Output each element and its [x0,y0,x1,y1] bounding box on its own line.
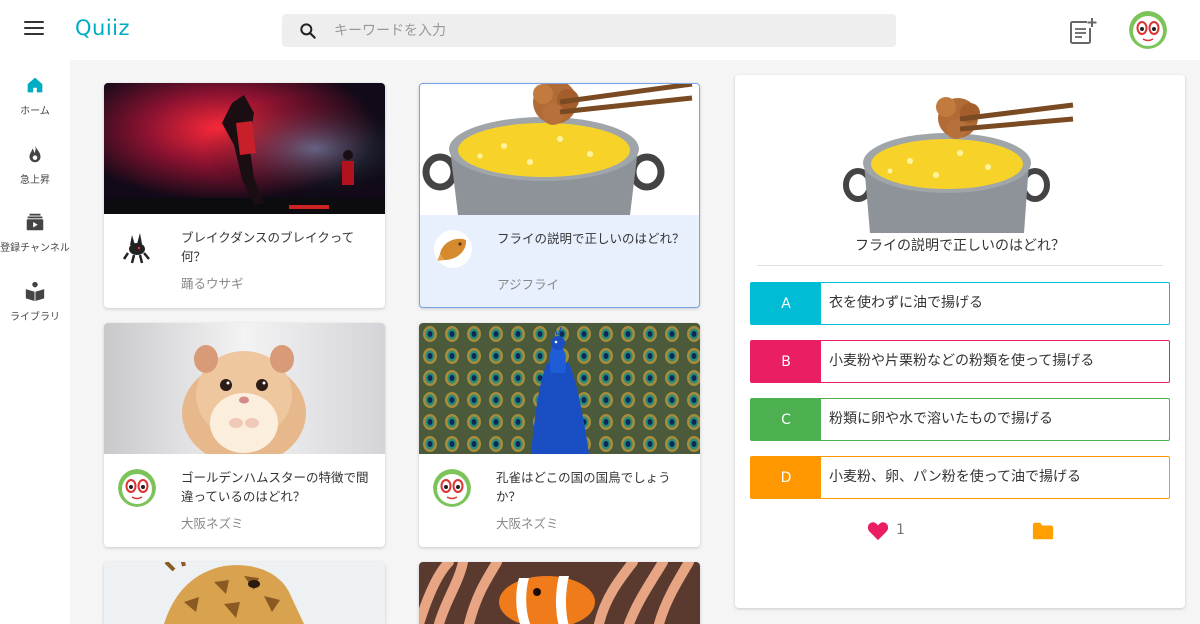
heart-icon[interactable] [867,521,889,541]
hamster-image [104,323,385,454]
sidebar: ホーム 急上昇 登録チャンネル ライブラリ [0,60,70,624]
top-bar: Quiiz [0,0,1200,60]
menu-icon[interactable] [24,21,44,39]
quiz-card[interactable] [419,562,700,624]
card-thumbnail [420,84,699,215]
app-logo[interactable]: Quiiz [75,16,130,40]
like-count: 1 [896,522,905,538]
card-author[interactable]: 大阪ネズミ [496,513,559,532]
user-avatar[interactable] [1129,11,1167,49]
option-text: 粉類に卵や水で溶いたもので揚げる [829,411,1053,427]
quiz-question: フライの説明で正しいのはどれ？ [855,238,1065,254]
sidebar-item-trending[interactable]: 急上昇 [0,143,70,203]
card-author[interactable]: 大阪ネズミ [181,513,244,532]
quiz-card[interactable]: ゴールデンハムスターの特徴で間違っているのはどれ？ 大阪ネズミ [104,323,385,547]
sidebar-item-label: ライブラリ [10,312,60,323]
search-input[interactable] [334,14,874,47]
breakdance-image [104,83,385,214]
search-icon[interactable] [298,21,318,41]
quiz-card[interactable]: フライの説明で正しいのはどれ？ アジフライ [419,83,700,308]
author-avatar [433,469,471,507]
option-key: C [751,399,821,440]
divider [757,265,1163,266]
author-avatar [118,229,156,267]
card-author[interactable]: アジフライ [497,274,559,293]
card-title: ゴールデンハムスターの特徴で間違っているのはどれ？ [181,470,369,504]
fry-pot-image [422,84,693,215]
author-avatar [118,469,156,507]
sidebar-item-library[interactable]: ライブラリ [0,280,70,340]
option-text: 小麦粉、卵、パン粉を使って油で揚げる [829,469,1081,485]
quiz-card[interactable] [104,562,385,624]
option-d[interactable]: D 小麦粉、卵、パン粉を使って油で揚げる [750,456,1170,499]
card-title: フライの説明で正しいのはどれ？ [497,231,685,246]
home-icon [27,77,43,93]
option-key: B [751,341,821,382]
option-key: A [751,283,821,324]
card-thumbnail [419,323,700,454]
clownfish-image [419,562,700,624]
fry-pot-image [843,97,1074,233]
sidebar-item-label: 急上昇 [20,175,50,186]
option-a[interactable]: A 衣を使わずに油で揚げる [750,282,1170,325]
post-add-icon[interactable] [1068,16,1098,46]
sidebar-item-label: ホーム [20,106,50,117]
quiz-detail-panel: フライの説明で正しいのはどれ？ A 衣を使わずに油で揚げる B 小麦粉や片栗粉な… [735,75,1185,608]
card-thumbnail [104,83,385,214]
quiz-card[interactable]: 孔雀はどこの国の国鳥でしょうか？ 大阪ネズミ [419,323,700,547]
rabbit-icon [118,229,156,267]
library-icon [25,281,45,302]
peacock-image [419,323,700,454]
author-avatar [434,230,472,268]
subscriptions-icon [26,213,44,231]
quiz-card[interactable]: ブレイクダンスのブレイクって何？ 踊るウサギ [104,83,385,308]
mouse-avatar-icon [1129,11,1167,49]
option-text: 衣を使わずに油で揚げる [829,295,983,311]
giraffe-image [104,562,385,624]
card-title: ブレイクダンスのブレイクって何？ [181,230,355,264]
option-c[interactable]: C 粉類に卵や水で溶いたもので揚げる [750,398,1170,441]
search-bar [282,14,896,47]
sidebar-item-label: 登録チャンネル [0,243,70,254]
folder-icon[interactable] [1032,521,1054,541]
card-author[interactable]: 踊るウサギ [181,273,244,292]
card-thumbnail [104,323,385,454]
option-key: D [751,457,821,498]
card-thumbnail [419,562,700,624]
mouse-avatar-icon [118,469,156,507]
option-b[interactable]: B 小麦粉や片栗粉などの粉類を使って揚げる [750,340,1170,383]
sidebar-item-home[interactable]: ホーム [0,74,70,134]
fire-icon [29,144,41,163]
option-text: 小麦粉や片栗粉などの粉類を使って揚げる [829,353,1095,369]
mouse-avatar-icon [433,469,471,507]
card-thumbnail [104,562,385,624]
sidebar-item-subscriptions[interactable]: 登録チャンネル [0,211,70,271]
card-title: 孔雀はどこの国の国鳥でしょうか？ [496,470,671,504]
fried-fish-icon [434,230,472,268]
